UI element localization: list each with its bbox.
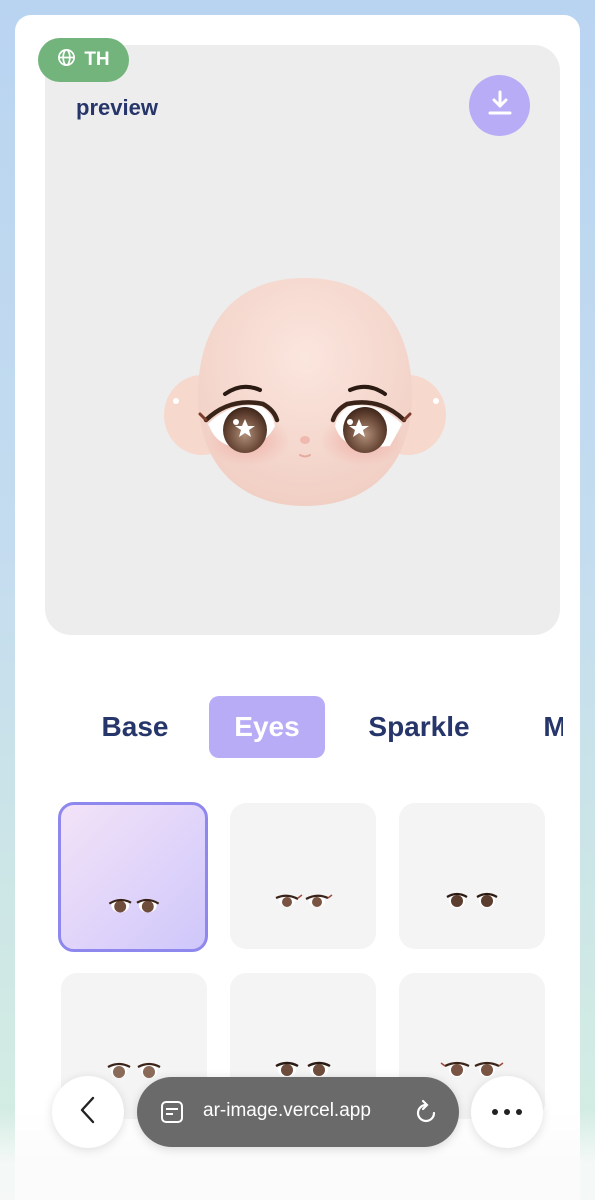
tab-eyes[interactable]: Eyes (209, 696, 325, 758)
more-button[interactable] (471, 1076, 543, 1148)
download-icon (485, 88, 515, 123)
eyes-option-2[interactable] (230, 803, 376, 949)
eyes-thumbnail-image (446, 892, 498, 908)
reload-icon[interactable] (412, 1099, 440, 1132)
eyes-thumbnail-image (108, 898, 160, 913)
tab-base[interactable]: Base (85, 696, 185, 758)
tab-m[interactable]: M (535, 696, 563, 758)
tab-overview-icon[interactable] (159, 1099, 185, 1130)
url-text: ar-image.vercel.app (203, 1100, 371, 1121)
download-button[interactable] (469, 75, 530, 136)
tab-sparkle[interactable]: Sparkle (349, 696, 489, 758)
back-button[interactable] (52, 1076, 124, 1148)
language-toggle-button[interactable]: TH (38, 38, 129, 82)
eyes-option-3[interactable] (399, 803, 545, 949)
globe-icon (57, 48, 76, 73)
chevron-left-icon (75, 1095, 101, 1130)
avatar-preview-panel: preview (45, 45, 560, 635)
category-tabs: Base Eyes Sparkle M (15, 695, 563, 759)
address-bar[interactable]: ar-image.vercel.app (137, 1077, 459, 1147)
eyes-option-1[interactable] (58, 802, 208, 952)
eyes-thumbnail-image (275, 894, 333, 907)
more-icon (491, 1103, 523, 1121)
avatar-face-image (164, 278, 446, 506)
preview-label: preview (76, 95, 158, 120)
language-label: TH (84, 49, 110, 70)
